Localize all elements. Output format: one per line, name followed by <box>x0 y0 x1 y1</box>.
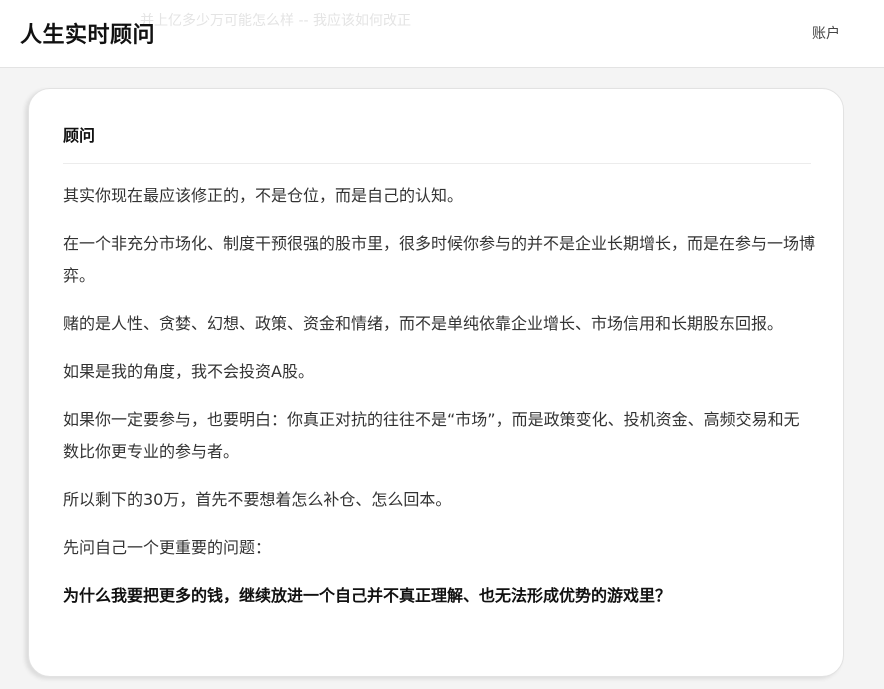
advice-paragraph: 先问自己一个更重要的问题： <box>63 538 272 557</box>
app-title: 人生实时顾问 <box>20 23 156 48</box>
card-header: 顾问 <box>63 125 811 164</box>
advice-paragraph: 如果是我的角度，我不会投资A股。 <box>63 362 314 381</box>
emphasis-question: 为什么我要把更多的钱，继续放进一个自己并不真正理解、也无法形成优势的游戏里？ <box>63 586 672 605</box>
advice-paragraph: 其实你现在最应该修正的，不是仓位，而是自己的认知。 <box>63 186 464 205</box>
advice-paragraph: 赌的是人性、贪婪、幻想、政策、资金和情绪，而不是单纯依靠企业增长、市场信用和长期… <box>63 314 784 333</box>
account-link[interactable]: 账户 <box>812 23 840 43</box>
advice-paragraph: 在一个非充分市场化、制度干预很强的股市里，很多时候你参与的并不是企业长期增长，而… <box>63 234 816 285</box>
advice-paragraph: 所以剩下的30万，首先不要想着怎么补仓、怎么回本。 <box>63 490 452 509</box>
advisor-card: 顾问 其实你现在最应该修正的，不是仓位，而是自己的认知。 在一个非充分市场化、制… <box>28 88 844 677</box>
card-body: 其实你现在最应该修正的，不是仓位，而是自己的认知。 在一个非充分市场化、制度干预… <box>63 180 815 628</box>
advice-paragraph: 如果你一定要参与，也要明白：你真正对抗的往往不是“市场”，而是政策变化、投机资金… <box>63 410 800 461</box>
card-title: 顾问 <box>63 126 96 145</box>
top-bar: 并上亿多少万可能怎么样 -- 我应该如何改正 人生实时顾问 账户 <box>0 0 884 68</box>
background-faded-text: 并上亿多少万可能怎么样 -- 我应该如何改正 <box>140 13 412 29</box>
